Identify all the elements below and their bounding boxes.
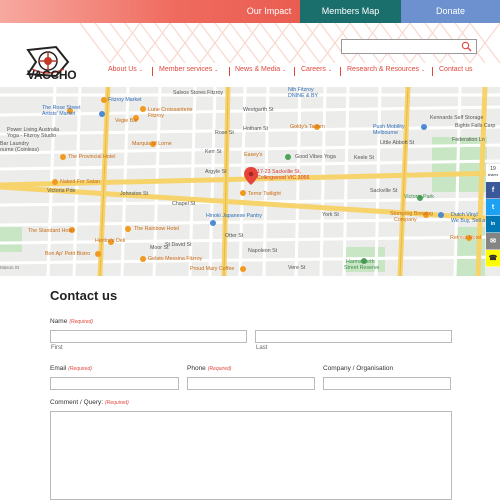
nav-member-services[interactable]: Member services ⌄: [159, 66, 219, 73]
map-label: Street Reserve: [344, 265, 380, 271]
first-sublabel: First: [51, 345, 63, 351]
page-title: Contact us: [50, 288, 118, 303]
comment-label: Comment / Query: (Required): [50, 399, 129, 406]
street-label: St David St: [165, 242, 192, 248]
map-label: Bon Ap' Petit Bistro: [45, 251, 91, 257]
street-label: Johnston St: [120, 191, 148, 197]
email-label: Email (Required): [50, 365, 92, 372]
chevron-down-icon: ⌄: [420, 67, 426, 73]
email-icon[interactable]: ✉: [486, 233, 500, 250]
map-label: Heritor's Deli: [95, 238, 126, 244]
map-label: Fitzroy Market: [108, 97, 142, 103]
street-label: Vere St: [288, 265, 306, 271]
street-label: Chapel St: [172, 201, 196, 207]
top-bar: Our Impact Members Map Donate: [0, 0, 500, 23]
email-field[interactable]: [50, 377, 179, 390]
street-label: Mason St: [0, 265, 20, 270]
facebook-icon[interactable]: f: [486, 182, 500, 199]
street-label: Kerr St: [205, 149, 222, 155]
map-label: The Provincial Hotel: [68, 154, 116, 160]
map-label: Good Vibes Yoga: [295, 154, 336, 160]
members-map-link[interactable]: Members Map: [300, 0, 401, 23]
street-label: Westgarth St: [243, 107, 274, 113]
map-label: Gelato Messina Fitzroy: [148, 256, 203, 262]
pin-address-line2: Collingwood VIC 3066: [257, 175, 310, 181]
first-name-input[interactable]: [50, 330, 247, 343]
chevron-down-icon: ⌄: [138, 67, 143, 73]
map-label: Vegie Bar: [115, 118, 138, 124]
nav-divider: [340, 67, 341, 76]
map-label: Goldy's Tavern: [290, 124, 325, 130]
map-label: Marquis of Lorne: [132, 141, 172, 147]
share-count: 19 shares: [486, 164, 500, 182]
chevron-down-icon: ⌄: [214, 67, 219, 73]
map-label: Company: [394, 217, 417, 223]
map-label: The Standard Hotel: [28, 228, 74, 234]
map-label: DNINE & BY: [288, 93, 319, 99]
search-input[interactable]: [341, 39, 477, 54]
street-label: Federation Ln: [452, 137, 485, 143]
map-label: Bights Falls Carp: [455, 123, 496, 129]
nav-divider: [294, 67, 295, 76]
our-impact-link[interactable]: Our Impact: [238, 0, 300, 23]
main-nav: About Us ⌄ Member services ⌄ News & Media ⌄…: [0, 66, 500, 80]
map-label: Salvos Stores Fitzroy: [173, 90, 224, 96]
comment-textarea[interactable]: [50, 411, 452, 500]
chevron-down-icon: ⌄: [282, 67, 287, 73]
nav-divider: [152, 67, 153, 76]
map-label: ourne (Coinless): [0, 147, 39, 153]
nav-careers[interactable]: Careers ⌄: [301, 66, 332, 73]
linkedin-icon[interactable]: in: [486, 216, 500, 233]
search-icon[interactable]: [461, 41, 472, 52]
chevron-down-icon: ⌄: [327, 67, 333, 73]
map-label: Easey's: [244, 152, 263, 158]
site-header: VACCHO About Us ⌄ Member services ⌄ News &…: [0, 23, 500, 87]
nav-divider: [432, 67, 433, 76]
nav-divider: [229, 67, 230, 76]
street-label: Sackville St: [370, 188, 398, 194]
map-label: Retreat Hotel: [450, 235, 482, 241]
street-label: Hotham St: [243, 126, 269, 132]
map-label: Proud Mary Coffee: [190, 266, 235, 272]
company-label: Company / Organisation: [323, 365, 394, 372]
sms-icon[interactable]: ☎: [486, 250, 500, 267]
map-label: Victoria Park: [404, 194, 434, 200]
nav-news-media[interactable]: News & Media ⌄: [235, 66, 286, 73]
street-label: Little Abbott St: [380, 140, 415, 146]
nav-research-resources[interactable]: Research & Resources ⌄: [347, 66, 425, 73]
google-map[interactable]: Fitzroy Market The Rose Street Artists' …: [0, 87, 500, 276]
map-label: Terror Twilight: [248, 191, 281, 197]
donate-link[interactable]: Donate: [401, 0, 500, 23]
street-label: Napoleon St: [248, 248, 278, 254]
map-label: The Rainbow Hotel: [134, 226, 180, 232]
street-label: Argyle St: [205, 169, 227, 175]
map-label: We Buy, Sell a: [451, 218, 486, 224]
street-label: Otter St: [225, 233, 244, 239]
map-label: Artists' Market: [42, 111, 76, 117]
share-sidebar: 19 shares f t in ✉ ☎: [486, 164, 500, 267]
street-label: York St: [322, 212, 339, 218]
map-label: Naked For Satan: [60, 179, 101, 185]
company-field[interactable]: [323, 377, 451, 390]
phone-field[interactable]: [187, 377, 315, 390]
street-label: Rose St: [215, 130, 234, 136]
nav-about-us[interactable]: About Us ⌄: [108, 66, 143, 73]
location-pin[interactable]: [244, 167, 258, 185]
map-label: Hinoki Japanese Pantry: [206, 213, 262, 219]
twitter-icon[interactable]: t: [486, 199, 500, 216]
nav-contact-us[interactable]: Contact us: [439, 66, 472, 73]
street-label: Victoria Pde: [47, 188, 76, 194]
phone-label: Phone (Required): [187, 365, 232, 372]
map-label: Fitzroy: [148, 113, 164, 119]
map-label: Melbourne: [373, 130, 399, 136]
last-name-input[interactable]: [255, 330, 452, 343]
map-label: Yoga - Fitzroy Studio: [7, 133, 56, 139]
last-sublabel: Last: [256, 345, 268, 351]
map-label: Kennards Self Storage: [430, 115, 484, 121]
street-label: Keele St: [354, 155, 375, 161]
name-label: Name (Required): [50, 318, 93, 325]
